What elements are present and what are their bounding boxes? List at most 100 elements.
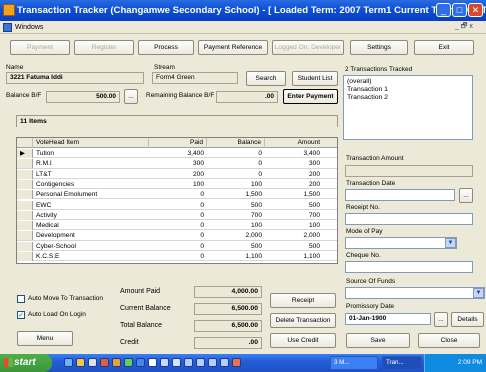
mdi-child-icon[interactable] [3,23,12,32]
transaction-date-field[interactable] [345,189,455,201]
logged-on-button[interactable]: Logged On: Developer [272,40,344,55]
cell-amount[interactable]: 1,100 [265,252,323,261]
receipt-no-field[interactable] [345,213,473,225]
cell-paid[interactable]: 3,400 [149,149,207,158]
cell-balance[interactable]: 1,500 [207,190,265,199]
quicklaunch-explorer-icon[interactable] [160,358,169,367]
cell-votehead[interactable]: Personal Emolument [33,190,149,199]
cell-amount[interactable]: 1,500 [265,190,323,199]
cell-votehead[interactable]: Development [33,231,149,240]
quicklaunch-media-icon[interactable] [100,358,109,367]
transaction-item-overall[interactable]: (overall) [347,78,469,86]
cell-votehead[interactable]: Cyber-School [33,242,149,251]
table-row[interactable]: Personal Emolument 0 1,500 1,500 [17,190,337,200]
mode-of-pay-dropdown-icon[interactable]: ▼ [445,238,456,248]
mode-of-pay-select[interactable] [345,237,457,249]
transaction-item-1[interactable]: Transaction 1 [347,86,469,94]
source-of-funds-select[interactable] [345,287,485,299]
enter-payment-button[interactable]: Enter Payment [283,89,338,104]
table-row[interactable]: R.M.I 300 0 300 [17,159,337,169]
promissory-date-picker-button[interactable]: ... [434,312,448,327]
quicklaunch-folder-icon[interactable] [76,358,85,367]
cell-amount[interactable]: 300 [265,159,323,168]
cell-amount[interactable]: 100 [265,221,323,230]
promissory-date-field[interactable]: 01-Jan-1900 [345,313,431,325]
process-button[interactable]: Process [138,40,194,55]
minimize-button[interactable]: _ [436,3,451,17]
cell-balance[interactable]: 0 [207,149,265,158]
col-paid[interactable]: Paid [149,138,207,148]
cell-amount[interactable]: 200 [265,170,323,179]
quicklaunch-editor-icon[interactable] [136,358,145,367]
row-selector[interactable] [17,252,33,261]
cell-votehead[interactable]: Tution [33,149,149,158]
quicklaunch-arrow4-icon[interactable] [220,358,229,367]
auto-move-checkbox[interactable] [17,295,25,303]
student-list-button[interactable]: Student List [292,71,338,86]
cell-balance[interactable]: 2,000 [207,231,265,240]
cell-paid[interactable]: 0 [149,252,207,261]
settings-button[interactable]: Settings [350,40,408,55]
exit-button[interactable]: Exit [414,40,474,55]
cell-paid[interactable]: 0 [149,231,207,240]
close-window-button[interactable]: ✕ [468,3,483,17]
clock[interactable]: 2:09 PM [458,359,482,366]
quicklaunch-arrow-icon[interactable] [184,358,193,367]
cell-paid[interactable]: 300 [149,159,207,168]
row-selector[interactable] [17,169,33,179]
cell-votehead[interactable]: Contigencies [33,180,149,189]
row-selector[interactable] [17,221,33,231]
menu-button[interactable]: Menu [17,331,73,346]
row-selector[interactable] [17,159,33,169]
delete-transaction-button[interactable]: Delete Transaction [270,313,336,328]
cell-amount[interactable]: 2,000 [265,231,323,240]
items-grid[interactable]: VoteHead Item Paid Balance Amount ▶ Tutio… [16,137,338,264]
current-balance-field[interactable]: 6,500.00 [194,303,262,315]
credit-field[interactable]: .00 [194,337,262,349]
close-button[interactable]: Close [418,333,480,348]
maximize-button[interactable]: □ [452,3,467,17]
menu-windows[interactable]: Windows [15,24,43,31]
col-amount[interactable]: Amount [265,138,323,148]
cell-votehead[interactable]: EWC [33,201,149,210]
name-field[interactable]: 3221 Fatuma Iddi [6,72,144,84]
cell-balance[interactable]: 0 [207,159,265,168]
cell-paid[interactable]: 0 [149,242,207,251]
taskbar-task-word[interactable]: 3 M... [330,356,378,370]
total-balance-field[interactable]: 6,500.00 [194,320,262,332]
cheque-no-field[interactable] [345,261,473,273]
cell-paid[interactable]: 100 [149,180,207,189]
cell-balance[interactable]: 0 [207,170,265,179]
cell-paid[interactable]: 0 [149,211,207,220]
col-votehead[interactable]: VoteHead Item [33,138,149,148]
payment-button[interactable]: Payment [10,40,70,55]
quicklaunch-arrow2-icon[interactable] [196,358,205,367]
source-of-funds-dropdown-icon[interactable]: ▼ [473,288,484,298]
table-row[interactable]: Medical 0 100 100 [17,221,337,231]
search-button[interactable]: Search [246,71,286,86]
cell-paid[interactable]: 0 [149,190,207,199]
amount-paid-field[interactable]: 4,000.00 [194,286,262,298]
transaction-item-2[interactable]: Transaction 2 [347,94,469,102]
col-balance[interactable]: Balance [207,138,265,148]
remaining-balance-field[interactable]: .00 [216,91,278,103]
table-row[interactable]: ▶ Tution 3,400 0 3,400 [17,149,337,159]
payment-reference-button[interactable]: Payment Reference [198,40,268,55]
quicklaunch-arrow3-icon[interactable] [208,358,217,367]
balance-bf-ellipsis-button[interactable]: ... [124,89,138,104]
row-selector[interactable] [17,231,33,241]
app-icon[interactable] [3,4,15,16]
table-row[interactable]: Activity 0 700 700 [17,210,337,221]
table-row[interactable]: Cyber-School 0 500 500 [17,241,337,251]
table-row[interactable]: K.C.S.E 0 1,100 1,100 [17,252,337,262]
window-title-bar[interactable]: Transaction Tracker (Changamwe Secondary… [0,0,486,21]
auto-load-checkbox[interactable]: ✓ [17,311,25,319]
cell-votehead[interactable]: LT&T [33,170,149,179]
cell-paid[interactable]: 0 [149,201,207,210]
cell-paid[interactable]: 0 [149,221,207,230]
taskbar-task-tracker[interactable]: Tran... [382,356,422,370]
quicklaunch-tool-icon[interactable] [172,358,181,367]
cell-paid[interactable]: 200 [149,170,207,179]
row-selector[interactable] [17,241,33,251]
register-button[interactable]: Register [74,40,134,55]
